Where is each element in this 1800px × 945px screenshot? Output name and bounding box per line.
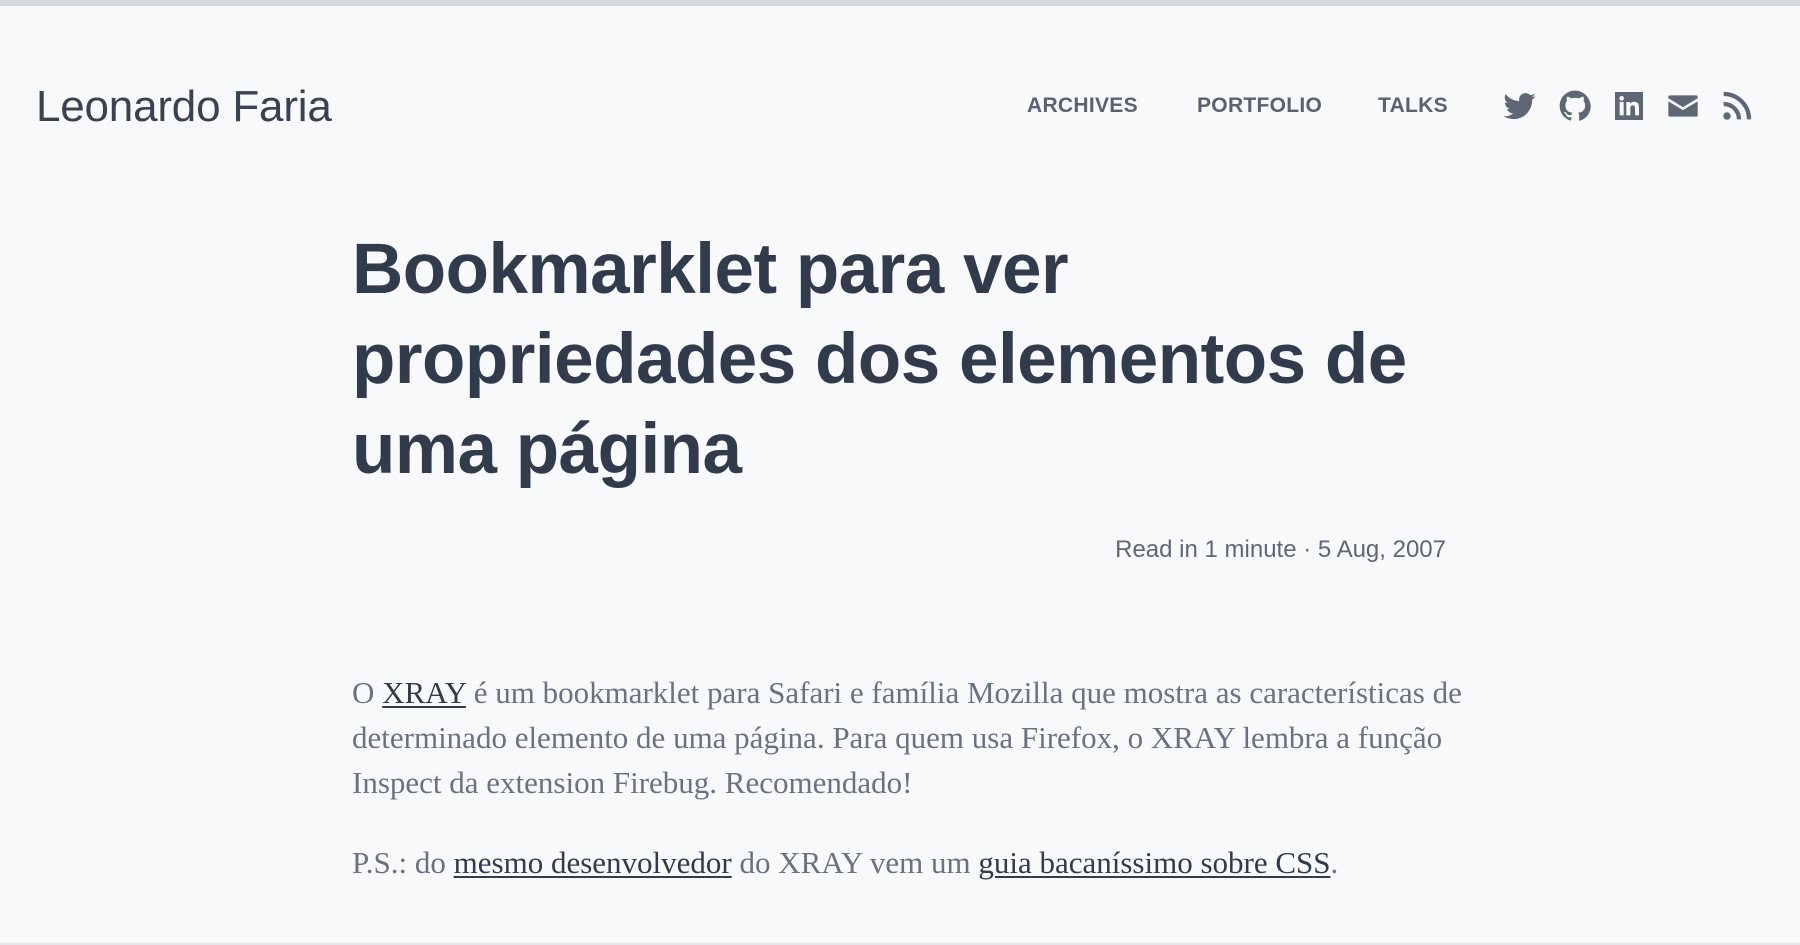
text-segment: é um bookmarklet para Safari e família M… <box>352 675 1462 800</box>
post-title: Bookmarklet para ver propriedades dos el… <box>352 230 1407 489</box>
nav-archives-link[interactable]: ARCHIVES <box>1027 94 1138 118</box>
nav-talks-link[interactable]: TALKS <box>1378 94 1448 118</box>
site-header: Leonardo Faria ARCHIVES PORTFOLIO TALKS <box>0 70 1800 146</box>
twitter-icon[interactable] <box>1504 90 1536 122</box>
github-icon[interactable] <box>1559 90 1591 122</box>
post-meta: Read in 1 minute · 5 Aug, 2007 <box>1115 536 1446 563</box>
post-paragraph: O XRAY é um bookmarklet para Safari e fa… <box>352 670 1462 805</box>
email-icon[interactable] <box>1667 90 1699 122</box>
top-border <box>0 0 1800 6</box>
post-paragraph: P.S.: do mesmo desenvolvedor do XRAY vem… <box>352 840 1462 885</box>
xray-link[interactable]: XRAY <box>382 675 466 710</box>
site-title-link[interactable]: Leonardo Faria <box>36 82 332 132</box>
text-segment: do XRAY vem um <box>731 845 979 880</box>
css-guide-link[interactable]: guia bacaníssimo sobre CSS <box>978 845 1330 880</box>
developer-link[interactable]: mesmo desenvolvedor <box>454 845 732 880</box>
text-segment: P.S.: do <box>352 845 454 880</box>
text-segment: . <box>1330 845 1339 880</box>
linkedin-icon[interactable] <box>1613 90 1645 122</box>
nav-portfolio-link[interactable]: PORTFOLIO <box>1197 94 1322 118</box>
text-segment: O <box>352 675 383 710</box>
post-body: O XRAY é um bookmarklet para Safari e fa… <box>352 670 1462 885</box>
rss-icon[interactable] <box>1721 90 1753 122</box>
